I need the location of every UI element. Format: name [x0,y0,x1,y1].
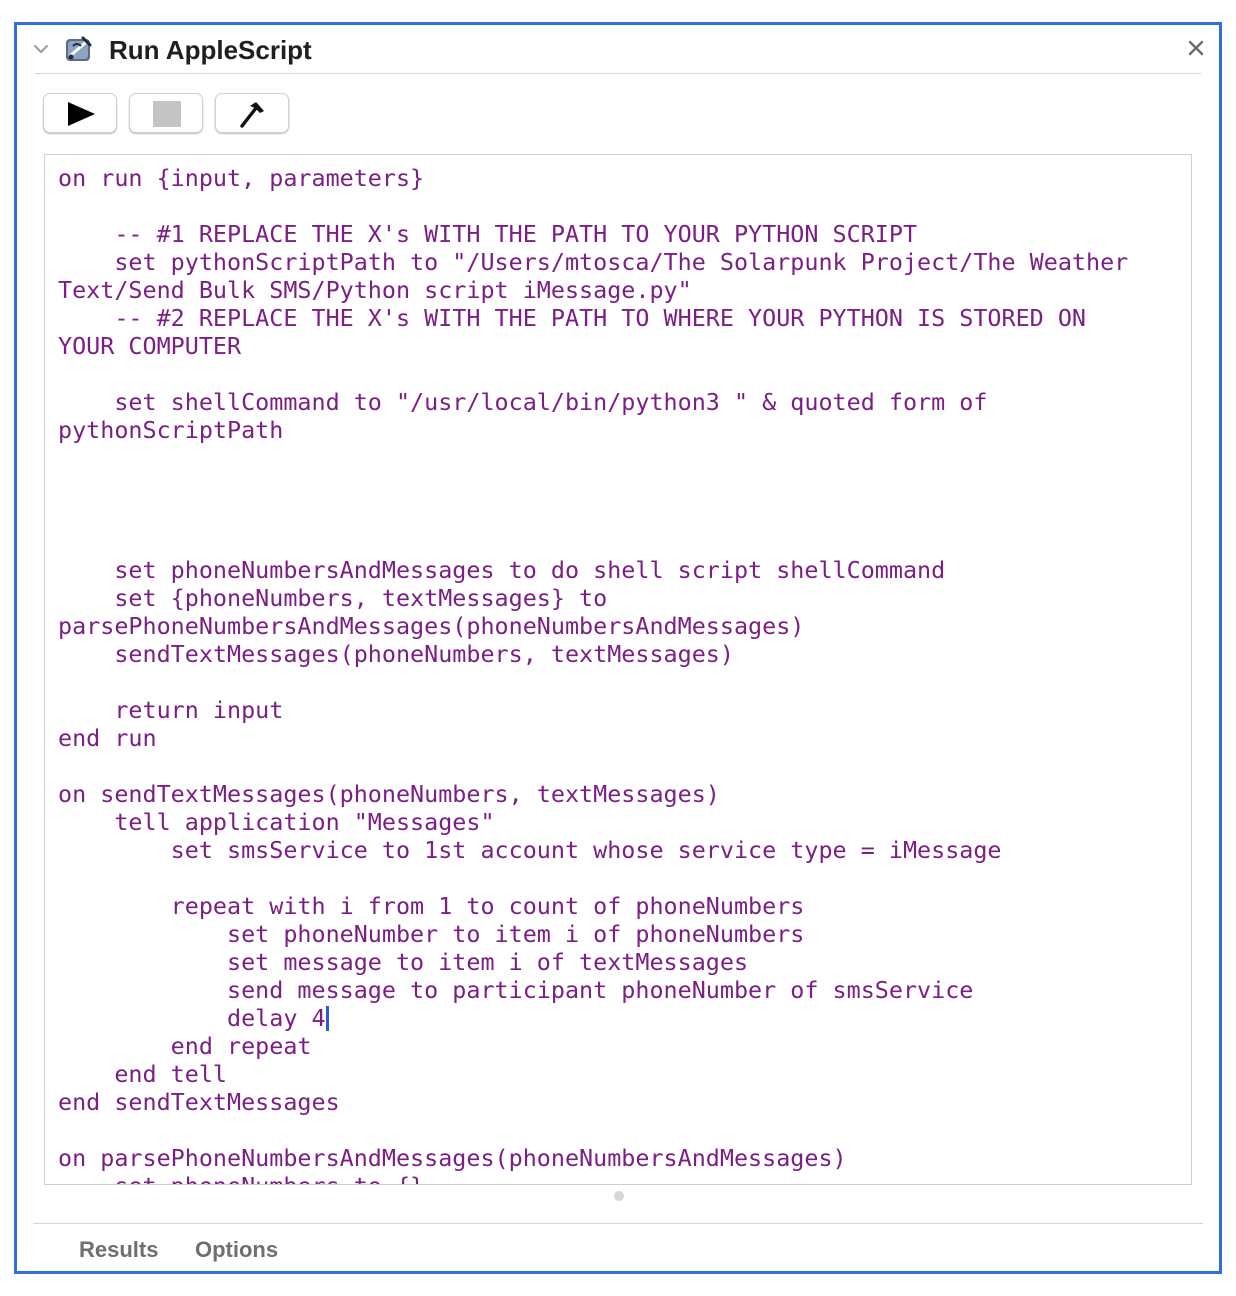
chevron-down-icon[interactable] [31,39,51,59]
footer-divider [33,1223,1203,1224]
stop-button[interactable] [129,93,203,133]
script-editor[interactable]: on run {input, parameters} -- #1 REPLACE… [44,154,1192,1185]
hammer-icon [240,102,264,128]
close-icon[interactable] [1185,37,1207,59]
action-title: Run AppleScript [109,35,312,65]
script-code: on run {input, parameters} -- #1 REPLACE… [58,164,1129,1184]
action-header: Run AppleScript [17,25,1219,75]
code-before-caret: on run {input, parameters} -- #1 REPLACE… [58,164,1129,1032]
compile-button[interactable] [215,93,289,133]
header-divider [35,73,1201,74]
code-after-caret: end repeat end tell end sendTextMessages… [58,1032,847,1184]
automator-script-icon [63,34,95,66]
stop-icon [153,101,181,127]
options-tab[interactable]: Options [195,1237,278,1263]
editor-resize-handle[interactable] [614,1191,624,1201]
results-tab[interactable]: Results [79,1237,158,1263]
play-icon [68,102,95,126]
text-caret [325,1006,329,1031]
run-button[interactable] [43,93,117,133]
run-applescript-action: Run AppleScript on run {input, parameter… [14,22,1222,1274]
